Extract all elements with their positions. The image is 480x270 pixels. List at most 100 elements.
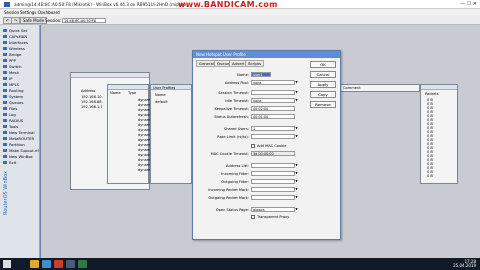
sidebar-item-log[interactable]: Log — [3, 112, 39, 117]
sidebar-item-queues[interactable]: Queues — [3, 100, 39, 105]
app-icon[interactable] — [78, 260, 87, 268]
sidebar-item-partition[interactable]: Partition — [3, 142, 39, 147]
windows-start-icon[interactable] — [3, 260, 11, 268]
incoming-filter-field[interactable] — [251, 171, 295, 176]
chevron-down-icon[interactable]: ▼ — [295, 163, 298, 168]
browser-icon[interactable] — [42, 260, 51, 268]
sidebar-item-routing[interactable]: Routing — [3, 88, 39, 93]
sidebar-item-make-supout[interactable]: Make Supout.rif — [3, 148, 39, 153]
sidebar-item-new-winbox[interactable]: New WinBox — [3, 154, 39, 159]
sidebar-item-switch[interactable]: Switch — [3, 64, 39, 69]
shared-users-field[interactable]: 1 — [251, 126, 295, 131]
sidebar-item-capsman[interactable]: CAPsMAN — [3, 34, 39, 39]
sidebar-item-files[interactable]: Files — [3, 106, 39, 111]
sidebar-item-ppp[interactable]: PPP — [3, 58, 39, 63]
sidebar-item-wireless[interactable]: Wireless — [3, 46, 39, 51]
mesh-icon — [3, 71, 7, 74]
quick-set-icon — [3, 29, 7, 32]
sidebar-item-system[interactable]: System — [3, 94, 39, 99]
chevron-down-icon[interactable]: ▼ — [295, 126, 298, 131]
bandicam-icon[interactable] — [54, 260, 63, 268]
add-mac-cookie-checkbox[interactable] — [251, 144, 255, 148]
chevron-down-icon[interactable]: ▼ — [295, 171, 298, 176]
column-profile-name: Name — [155, 93, 166, 97]
transparent-proxy-checkbox[interactable] — [251, 215, 255, 219]
outgoing-packet-mark-label: Outgoing Packet Mark: — [208, 196, 249, 200]
explorer-icon[interactable] — [30, 260, 39, 268]
outgoing-filter-field[interactable] — [251, 179, 295, 184]
chevron-down-icon[interactable]: ▼ — [295, 98, 298, 103]
chevron-down-icon[interactable]: ▼ — [295, 80, 298, 85]
chevron-down-icon[interactable]: ▼ — [295, 90, 298, 95]
address-row[interactable]: 192.168.10. — [81, 95, 103, 99]
user-list-header — [108, 85, 148, 90]
menu-dashboard[interactable]: Dashboard — [38, 10, 60, 15]
apply-button[interactable]: Apply — [310, 81, 336, 88]
rate-limit-field[interactable] — [251, 134, 295, 139]
sidebar-item-ip[interactable]: IP — [3, 76, 39, 81]
sidebar-item-metarouter[interactable]: MetaROUTER — [3, 136, 39, 141]
sidebar-item-mesh[interactable]: Mesh — [3, 70, 39, 75]
packet-row: 0 B — [427, 174, 433, 178]
address-list-field[interactable] — [251, 163, 295, 168]
remove-button[interactable]: Remove — [310, 101, 336, 108]
menu-settings[interactable]: Settings — [20, 10, 36, 15]
chevron-down-icon[interactable]: ▼ — [295, 187, 298, 192]
metarouter-icon — [3, 137, 7, 140]
chevron-down-icon[interactable]: ▼ — [295, 207, 298, 212]
user-list-window[interactable]: Name Type dynamic dynamic dynamic dynami… — [107, 84, 153, 184]
winbox-taskbar-icon[interactable] — [66, 260, 75, 268]
open-status-page-label: Open Status Page: — [215, 208, 249, 212]
user-profiles-window[interactable]: User Profiles Name default — [150, 84, 192, 184]
session-timeout-field[interactable] — [251, 90, 295, 95]
incoming-packet-mark-field[interactable] — [251, 187, 295, 192]
window-controls[interactable]: — ☐ ✕ — [460, 1, 477, 7]
tab-user-profiles[interactable]: User Profiles — [153, 86, 175, 90]
name-field[interactable]: user1 — [251, 72, 271, 77]
hotspot-user-profile-dialog[interactable]: New Hotspot User Profile General Queue A… — [192, 50, 341, 240]
traffic-panel[interactable]: Packets 0 B 0 B 0 B 0 B 0 B 0 B 0 B 0 B … — [420, 84, 458, 184]
sidebar-item-quick-set[interactable]: Quick Set — [3, 28, 39, 33]
address-pool-select[interactable]: none — [251, 80, 295, 85]
chevron-down-icon[interactable]: ▼ — [295, 195, 298, 200]
column-comment: Comment — [343, 86, 361, 90]
session-value[interactable]: 14:4B:8C:A0:50:F8 — [62, 18, 106, 23]
taskbar: 17:28 25.04.2019 — [0, 258, 480, 270]
idle-timeout-field[interactable]: none — [251, 98, 295, 103]
sidebar-item-radius[interactable]: RADIUS — [3, 118, 39, 123]
safe-mode-button[interactable]: Safe Mode — [20, 17, 48, 24]
status-autorefresh-label: Status Autorefresh: — [214, 115, 249, 119]
comment-header-bar: Comment — [340, 84, 420, 92]
status-autorefresh-field[interactable]: 00:01:00 — [251, 114, 295, 119]
chevron-down-icon[interactable]: ▼ — [295, 134, 298, 139]
mac-cookie-timeout-field[interactable]: 3d 00:00:00 — [251, 151, 295, 156]
sidebar-item-bridge[interactable]: Bridge — [3, 52, 39, 57]
queues-icon — [3, 101, 7, 104]
tab-scripts[interactable]: Scripts — [245, 60, 264, 67]
sidebar-item-new-terminal[interactable]: New Terminal — [3, 130, 39, 135]
copy-button[interactable]: Copy — [310, 91, 336, 98]
keepalive-timeout-field[interactable]: 00:02:00 — [251, 106, 295, 111]
cancel-button[interactable]: Cancel — [310, 71, 336, 78]
sidebar-item-mpls[interactable]: MPLS — [3, 82, 39, 87]
sidebar-item-tools[interactable]: Tools — [3, 124, 39, 129]
outgoing-packet-mark-field[interactable] — [251, 195, 295, 200]
files-icon — [3, 107, 7, 110]
sidebar-item-exit[interactable]: Exit — [3, 160, 39, 165]
open-status-page-select[interactable]: always — [251, 207, 295, 212]
incoming-packet-mark-label: Incoming Packet Mark: — [208, 188, 249, 192]
address-list-header — [71, 73, 149, 78]
chevron-down-icon[interactable]: ▼ — [295, 179, 298, 184]
transparent-proxy-label: Transparent Proxy — [257, 215, 290, 219]
address-row[interactable]: 192.168.88. — [81, 100, 103, 104]
winbox-small-icon — [3, 155, 7, 158]
address-row[interactable]: 192.168.1.1 — [81, 105, 103, 109]
incoming-filter-label: Incoming Filter: — [221, 172, 249, 176]
menu-session[interactable]: Session — [4, 10, 19, 15]
profile-row[interactable]: default — [155, 100, 168, 104]
redo-icon[interactable]: ↷ — [11, 17, 21, 24]
switch-icon — [3, 65, 7, 68]
ok-button[interactable]: OK — [310, 61, 336, 68]
sidebar-item-interfaces[interactable]: Interfaces — [3, 40, 39, 45]
mac-cookie-timeout-label: MAC Cookie Timeout: — [210, 152, 249, 156]
